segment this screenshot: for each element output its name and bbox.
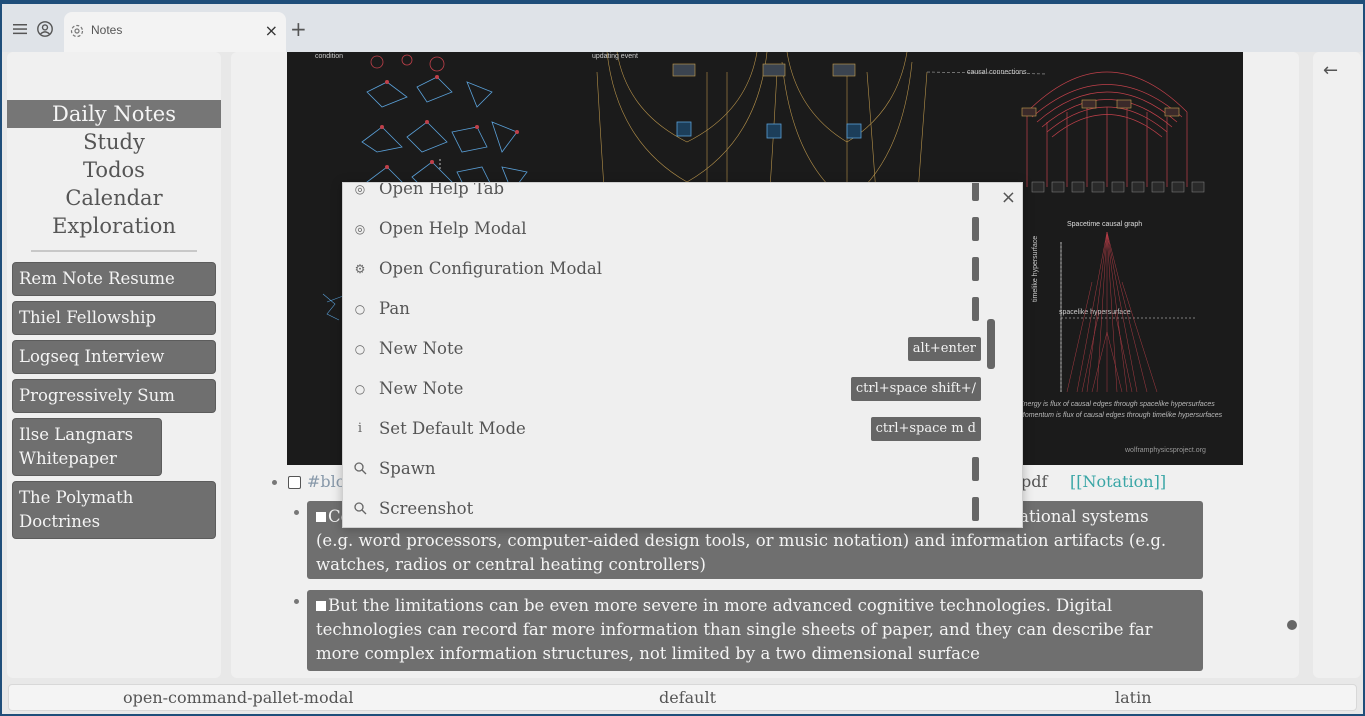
- command-label: Spawn: [379, 459, 436, 478]
- command-label: New Note: [379, 339, 464, 358]
- quote-bullet[interactable]: [294, 510, 299, 515]
- circle-icon: ○: [354, 382, 366, 396]
- sidebar-item-study[interactable]: Study: [7, 128, 221, 156]
- gear-icon: ⚙: [354, 262, 366, 276]
- command-shortcut: [972, 297, 979, 321]
- command-label: Set Default Mode: [379, 419, 526, 438]
- command-label: New Note: [379, 379, 464, 398]
- command-item[interactable]: ◎ Open Help Modal: [343, 211, 993, 251]
- close-tab-icon[interactable]: ×: [265, 21, 278, 40]
- fig-label-hypersurface: spacelike hypersurface: [1059, 309, 1131, 316]
- menu-icon[interactable]: [11, 20, 29, 38]
- command-shortcut: [972, 497, 979, 521]
- block-tag[interactable]: #blo: [307, 472, 345, 491]
- sidebar-item-exploration[interactable]: Exploration: [7, 212, 221, 240]
- tab-notes[interactable]: Notes ×: [64, 12, 286, 52]
- page-rem-note-resume[interactable]: Rem Note Resume: [12, 262, 216, 296]
- command-shortcut: [972, 457, 979, 481]
- notation-link[interactable]: [[Notation]]: [1070, 472, 1166, 491]
- sidebar-item-todos[interactable]: Todos: [7, 156, 221, 184]
- fig-label-timelike: timelike hypersurface: [1032, 236, 1039, 302]
- close-icon[interactable]: ×: [1001, 187, 1016, 208]
- command-label: Open Help Modal: [379, 219, 527, 238]
- command-label: Open Help Tab: [379, 182, 505, 198]
- quote-checkbox[interactable]: [316, 601, 326, 611]
- command-label: Screenshot: [379, 499, 474, 518]
- help-icon: ◎: [354, 222, 366, 236]
- fig-label-condition: condition: [315, 53, 343, 60]
- circle-icon: ○: [354, 302, 366, 316]
- sidebar-item-calendar[interactable]: Calendar: [7, 184, 221, 212]
- command-palette-modal: × ◎ Open Help Tab ◎ Open Help Modal ⚙ Op…: [342, 182, 1023, 528]
- search-icon: [352, 461, 368, 477]
- page-logseq-interview[interactable]: Logseq Interview: [12, 340, 216, 374]
- command-label: Open Configuration Modal: [379, 259, 603, 278]
- page-list: Rem Note Resume Thiel Fellowship Logseq …: [12, 262, 216, 544]
- status-mode: default: [659, 688, 717, 707]
- block-bullet[interactable]: [272, 480, 277, 485]
- right-panel: ←: [1313, 52, 1361, 678]
- fig-credit: wolframphysicsproject.org: [1124, 447, 1206, 454]
- info-icon: i: [357, 421, 363, 436]
- search-icon: [352, 501, 368, 517]
- sidebar: Daily Notes Study Todos Calendar Explora…: [7, 52, 221, 678]
- tab-title: Notes: [91, 23, 123, 37]
- circle-icon: ○: [354, 342, 366, 356]
- fig-label-causal-connections: causal connections: [967, 69, 1027, 76]
- quote-bullet[interactable]: [294, 599, 299, 604]
- notes-tab-icon: [70, 24, 84, 38]
- modal-scrollbar[interactable]: [987, 319, 995, 369]
- fig-label-spacetime: Spacetime causal graph: [1067, 221, 1142, 228]
- command-item[interactable]: ◎ Open Help Tab: [343, 182, 993, 211]
- command-item[interactable]: ○ New Note alt+enter: [343, 331, 993, 371]
- fig-caption-momentum: Momentum is flux of causal edges through…: [1019, 412, 1223, 419]
- page-ilse-langnars-whitepaper[interactable]: Ilse Langnars Whitepaper: [12, 418, 162, 476]
- quote-1-rest: (e.g. word processors, computer-aided de…: [316, 531, 1167, 574]
- command-shortcut: [972, 217, 979, 241]
- page-polymath-doctrines[interactable]: The Polymath Doctrines: [12, 481, 216, 539]
- command-item[interactable]: Spawn: [343, 451, 993, 491]
- quote-checkbox[interactable]: [316, 512, 326, 522]
- command-shortcut: ctrl+space shift+/: [850, 377, 981, 401]
- command-shortcut: alt+enter: [907, 337, 981, 361]
- command-item[interactable]: ○ New Note ctrl+space shift+/: [343, 371, 993, 411]
- scroll-indicator-dot[interactable]: [1287, 620, 1297, 630]
- status-bar: open-command-pallet-modal default latin: [8, 684, 1357, 711]
- sidebar-nav: Daily Notes Study Todos Calendar Explora…: [7, 100, 221, 240]
- page-progressively-sum[interactable]: Progressively Sum: [12, 379, 216, 413]
- command-shortcut: ctrl+space m d: [870, 417, 981, 441]
- help-icon: ◎: [354, 182, 366, 196]
- command-label: Pan: [379, 299, 410, 318]
- fig-label-updating-event: updating event: [592, 53, 638, 60]
- page-thiel-fellowship[interactable]: Thiel Fellowship: [12, 301, 216, 335]
- account-icon[interactable]: [36, 20, 54, 38]
- command-item[interactable]: i Set Default Mode ctrl+space m d: [343, 411, 993, 451]
- command-item[interactable]: ○ Pan: [343, 291, 993, 331]
- quote-2-text: But the limitations can be even more sev…: [316, 596, 1153, 663]
- block-checkbox[interactable]: [288, 476, 301, 489]
- app-window: Notes × + Daily Notes Study Todos Calend…: [2, 4, 1363, 714]
- back-arrow-icon[interactable]: ←: [1323, 60, 1338, 81]
- sidebar-divider: [31, 250, 197, 252]
- quote-block-2[interactable]: But the limitations can be even more sev…: [307, 590, 1203, 671]
- tab-bar: Notes × +: [2, 4, 1363, 52]
- command-shortcut: [972, 257, 979, 281]
- command-shortcut: [972, 183, 979, 201]
- new-tab-button[interactable]: +: [290, 17, 307, 41]
- status-layout: latin: [1115, 688, 1152, 707]
- sidebar-item-daily-notes[interactable]: Daily Notes: [7, 100, 221, 128]
- command-item[interactable]: Screenshot: [343, 491, 993, 527]
- status-command: open-command-pallet-modal: [123, 688, 354, 707]
- command-item[interactable]: ⚙ Open Configuration Modal: [343, 251, 993, 291]
- fig-caption-energy: Energy is flux of causal edges through s…: [1019, 401, 1215, 408]
